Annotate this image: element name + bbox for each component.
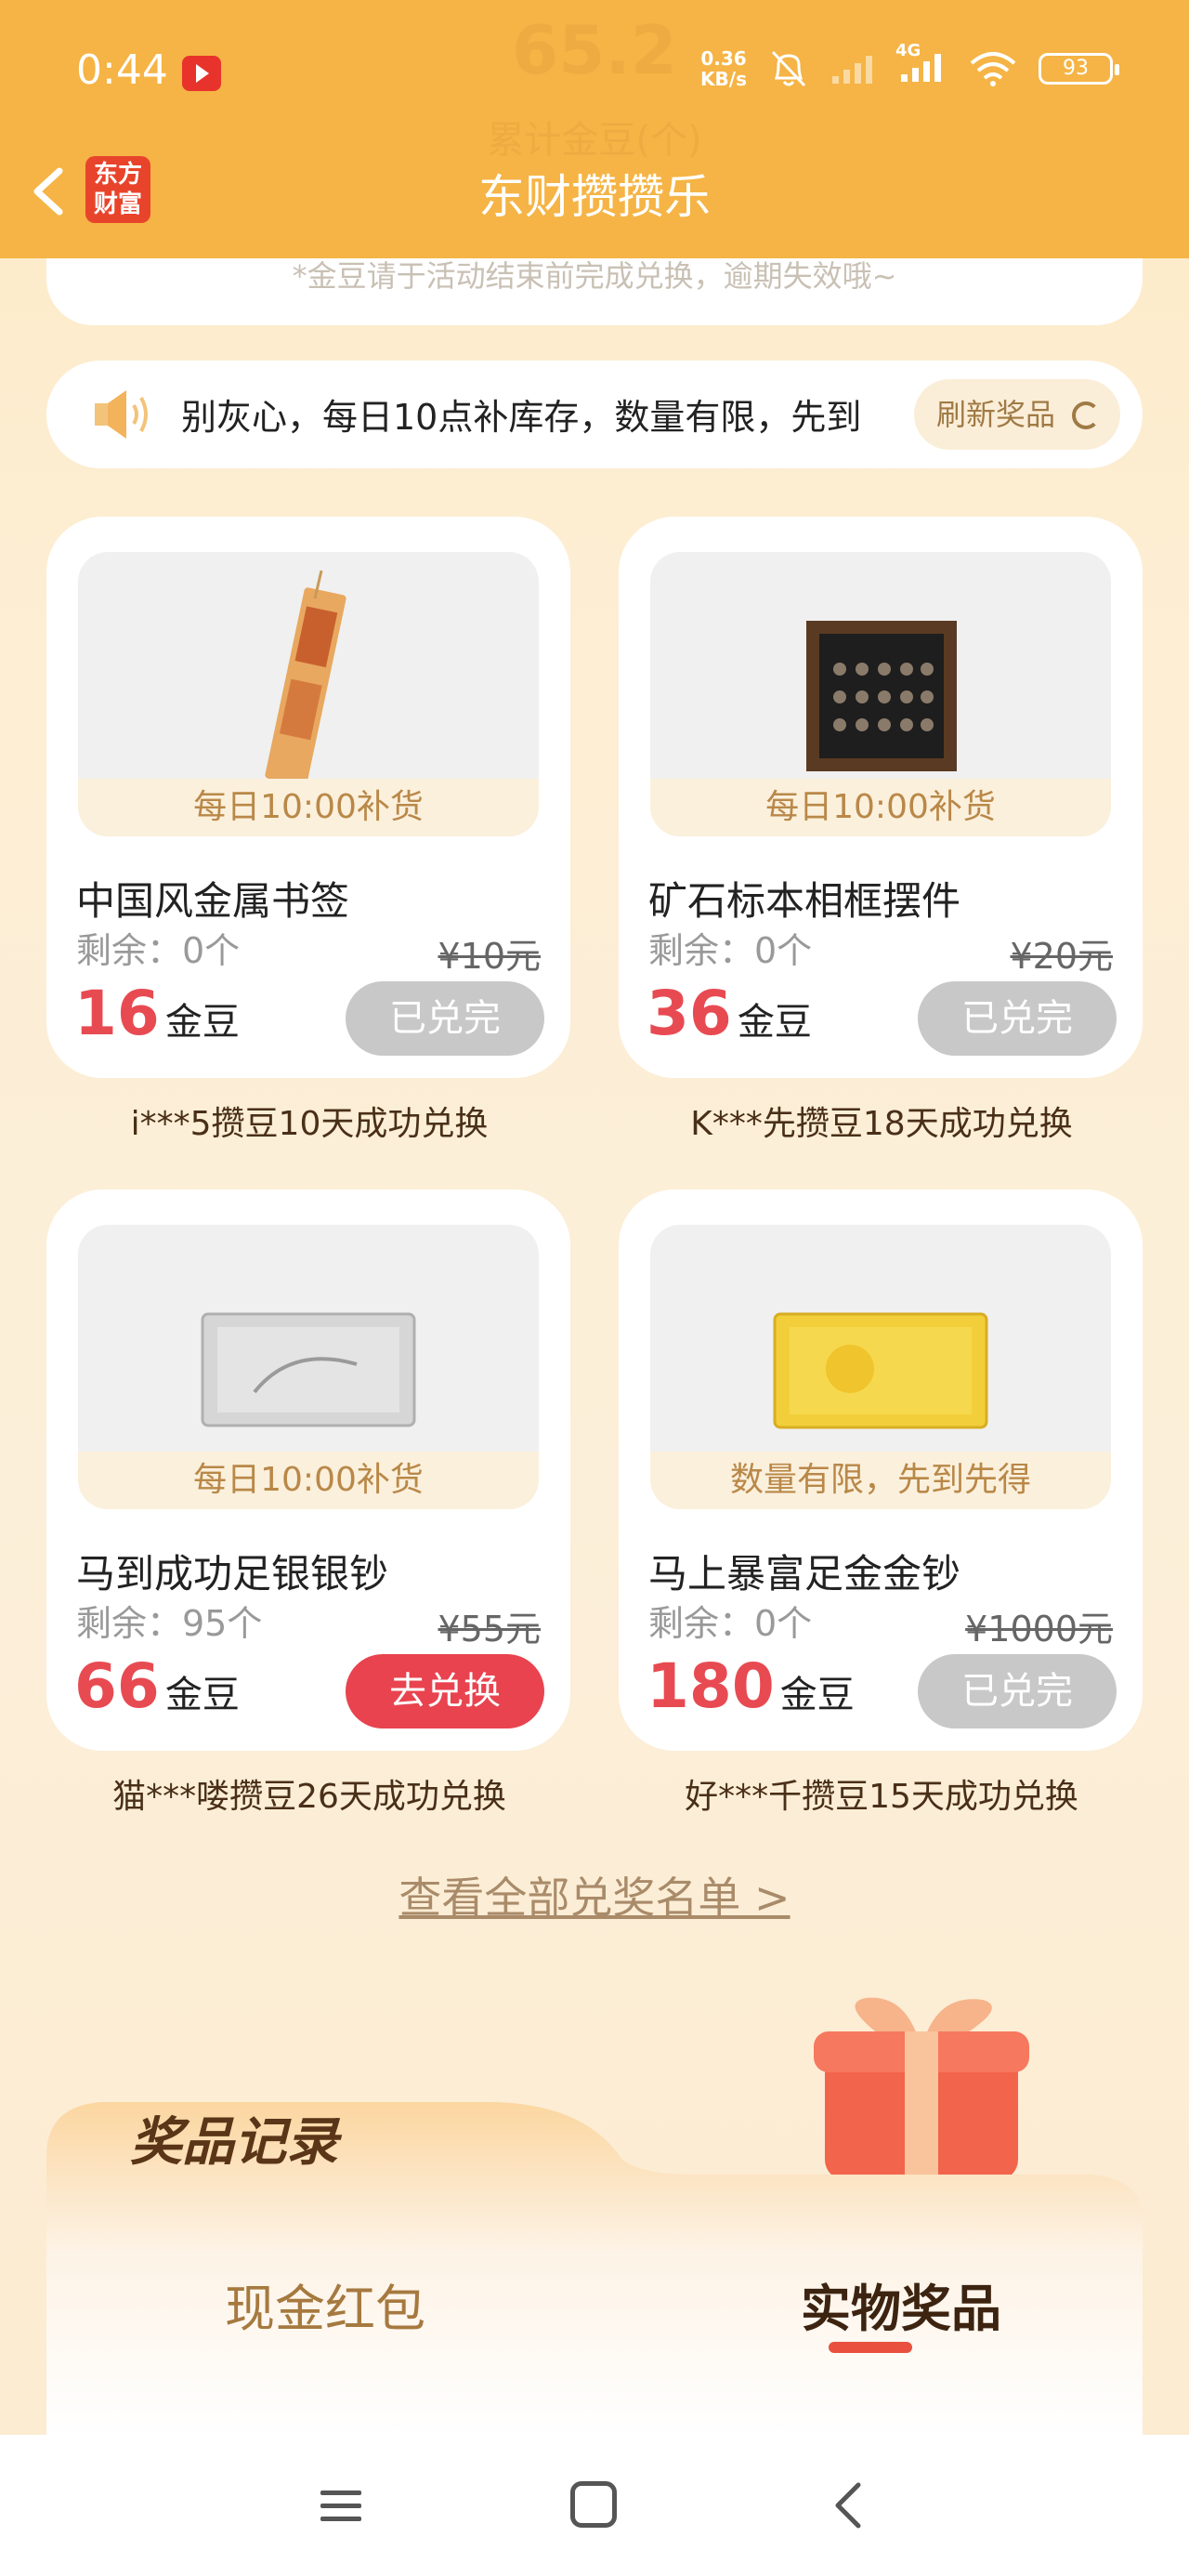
- product-card[interactable]: 每日10:00补货 矿石标本相框摆件 剩余：0个 ¥20元 36 金豆 已兑完: [619, 517, 1143, 1078]
- tab-physical-prizes[interactable]: 实物奖品: [762, 2267, 1040, 2341]
- product-card[interactable]: 每日10:00补货 中国风金属书签 剩余：0个 ¥10元 16 金豆 已兑完: [46, 517, 570, 1078]
- notice-text: 别灰心，每日10点补库存，数量有限，先到: [181, 397, 862, 438]
- page-title: 东财攒攒乐: [478, 170, 711, 224]
- product-card[interactable]: 数量有限，先到先得 马上暴富足金金钞 剩余：0个 ¥1000元 180 金豆 已…: [619, 1189, 1143, 1751]
- winner-note: K***先攒豆18天成功兑换: [690, 1105, 1073, 1143]
- refresh-icon: [1072, 401, 1100, 429]
- restock-badge: 每日10:00补货: [650, 779, 1111, 836]
- product-original-price: ¥20元: [1010, 936, 1113, 977]
- winner-note: 好***千攒豆15天成功兑换: [685, 1778, 1078, 1816]
- refresh-prizes-button[interactable]: 刷新奖品: [914, 379, 1120, 450]
- notice-bar: 别灰心，每日10点补库存，数量有限，先到 刷新奖品: [46, 361, 1143, 468]
- status-time: 0:44: [76, 46, 168, 94]
- product-name: 马上暴富足金金钞: [648, 1551, 961, 1597]
- sold-out-button[interactable]: 已兑完: [918, 981, 1117, 1056]
- system-nav-bar: [0, 2435, 1189, 2576]
- product-remaining: 剩余：95个: [76, 1603, 263, 1644]
- speaker-icon: [95, 390, 148, 439]
- active-tab-indicator: [829, 2342, 912, 2353]
- product-name: 中国风金属书签: [76, 878, 350, 924]
- limited-badge: 数量有限，先到先得: [650, 1452, 1111, 1509]
- restock-badge: 每日10:00补货: [78, 779, 539, 836]
- product-name: 矿石标本相框摆件: [648, 878, 961, 924]
- product-image: 每日10:00补货: [78, 552, 539, 836]
- product-image: 每日10:00补货: [78, 1225, 539, 1509]
- winner-note: i***5攒豆10天成功兑换: [130, 1105, 489, 1143]
- battery-indicator: 93: [1039, 53, 1119, 85]
- app-header: 65.2 累计金豆(个) 0:44 0.36 KB/s 4G 93 东方 财富 …: [0, 0, 1189, 258]
- status-icons: 0.36 KB/s 4G 93: [700, 41, 1119, 90]
- product-price: 66 金豆: [74, 1650, 240, 1722]
- winner-note: 猫***喽攒豆26天成功兑换: [112, 1778, 506, 1816]
- product-price: 180 金豆: [647, 1650, 855, 1722]
- recent-apps-icon[interactable]: [319, 2487, 363, 2524]
- app-notification-icon: [182, 56, 221, 91]
- product-image: 每日10:00补货: [650, 552, 1111, 836]
- prize-record-panel: 奖品记录 现金红包 实物奖品: [46, 2091, 1143, 2437]
- product-remaining: 剩余：0个: [76, 930, 241, 971]
- gold-bean-label-ghost: 累计金豆(个): [487, 119, 702, 162]
- prize-record-title: 奖品记录: [130, 2112, 338, 2173]
- product-original-price: ¥55元: [438, 1609, 541, 1649]
- product-card[interactable]: 每日10:00补货 马到成功足银银钞 剩余：95个 ¥55元 66 金豆 去兑换: [46, 1189, 570, 1751]
- net-speed: 0.36 KB/s: [700, 47, 747, 90]
- nav-back-icon[interactable]: [827, 2479, 873, 2531]
- product-original-price: ¥10元: [438, 936, 541, 977]
- product-image: 数量有限，先到先得: [650, 1225, 1111, 1509]
- home-icon[interactable]: [570, 2481, 617, 2528]
- signal-sim2-icon: 4G: [895, 41, 947, 87]
- redeem-button[interactable]: 去兑换: [346, 1654, 544, 1728]
- tab-cash-red-packet[interactable]: 现金红包: [186, 2267, 464, 2341]
- product-price: 36 金豆: [647, 978, 812, 1049]
- restock-badge: 每日10:00补货: [78, 1452, 539, 1509]
- signal-sim1-icon: [832, 56, 872, 84]
- product-original-price: ¥1000元: [965, 1609, 1113, 1649]
- sold-out-button[interactable]: 已兑完: [918, 1654, 1117, 1728]
- product-price: 16 金豆: [74, 978, 240, 1049]
- product-remaining: 剩余：0个: [648, 930, 813, 971]
- view-all-winners-link[interactable]: 查看全部兑奖名单 >: [0, 1864, 1189, 1925]
- sold-out-button[interactable]: 已兑完: [346, 981, 544, 1056]
- mute-bell-icon: [771, 50, 806, 87]
- wifi-icon: [970, 52, 1016, 86]
- expiry-note: *金豆请于活动结束前完成兑换，逾期失效哦~: [292, 258, 897, 294]
- product-remaining: 剩余：0个: [648, 1603, 813, 1644]
- product-name: 马到成功足银银钞: [76, 1551, 389, 1597]
